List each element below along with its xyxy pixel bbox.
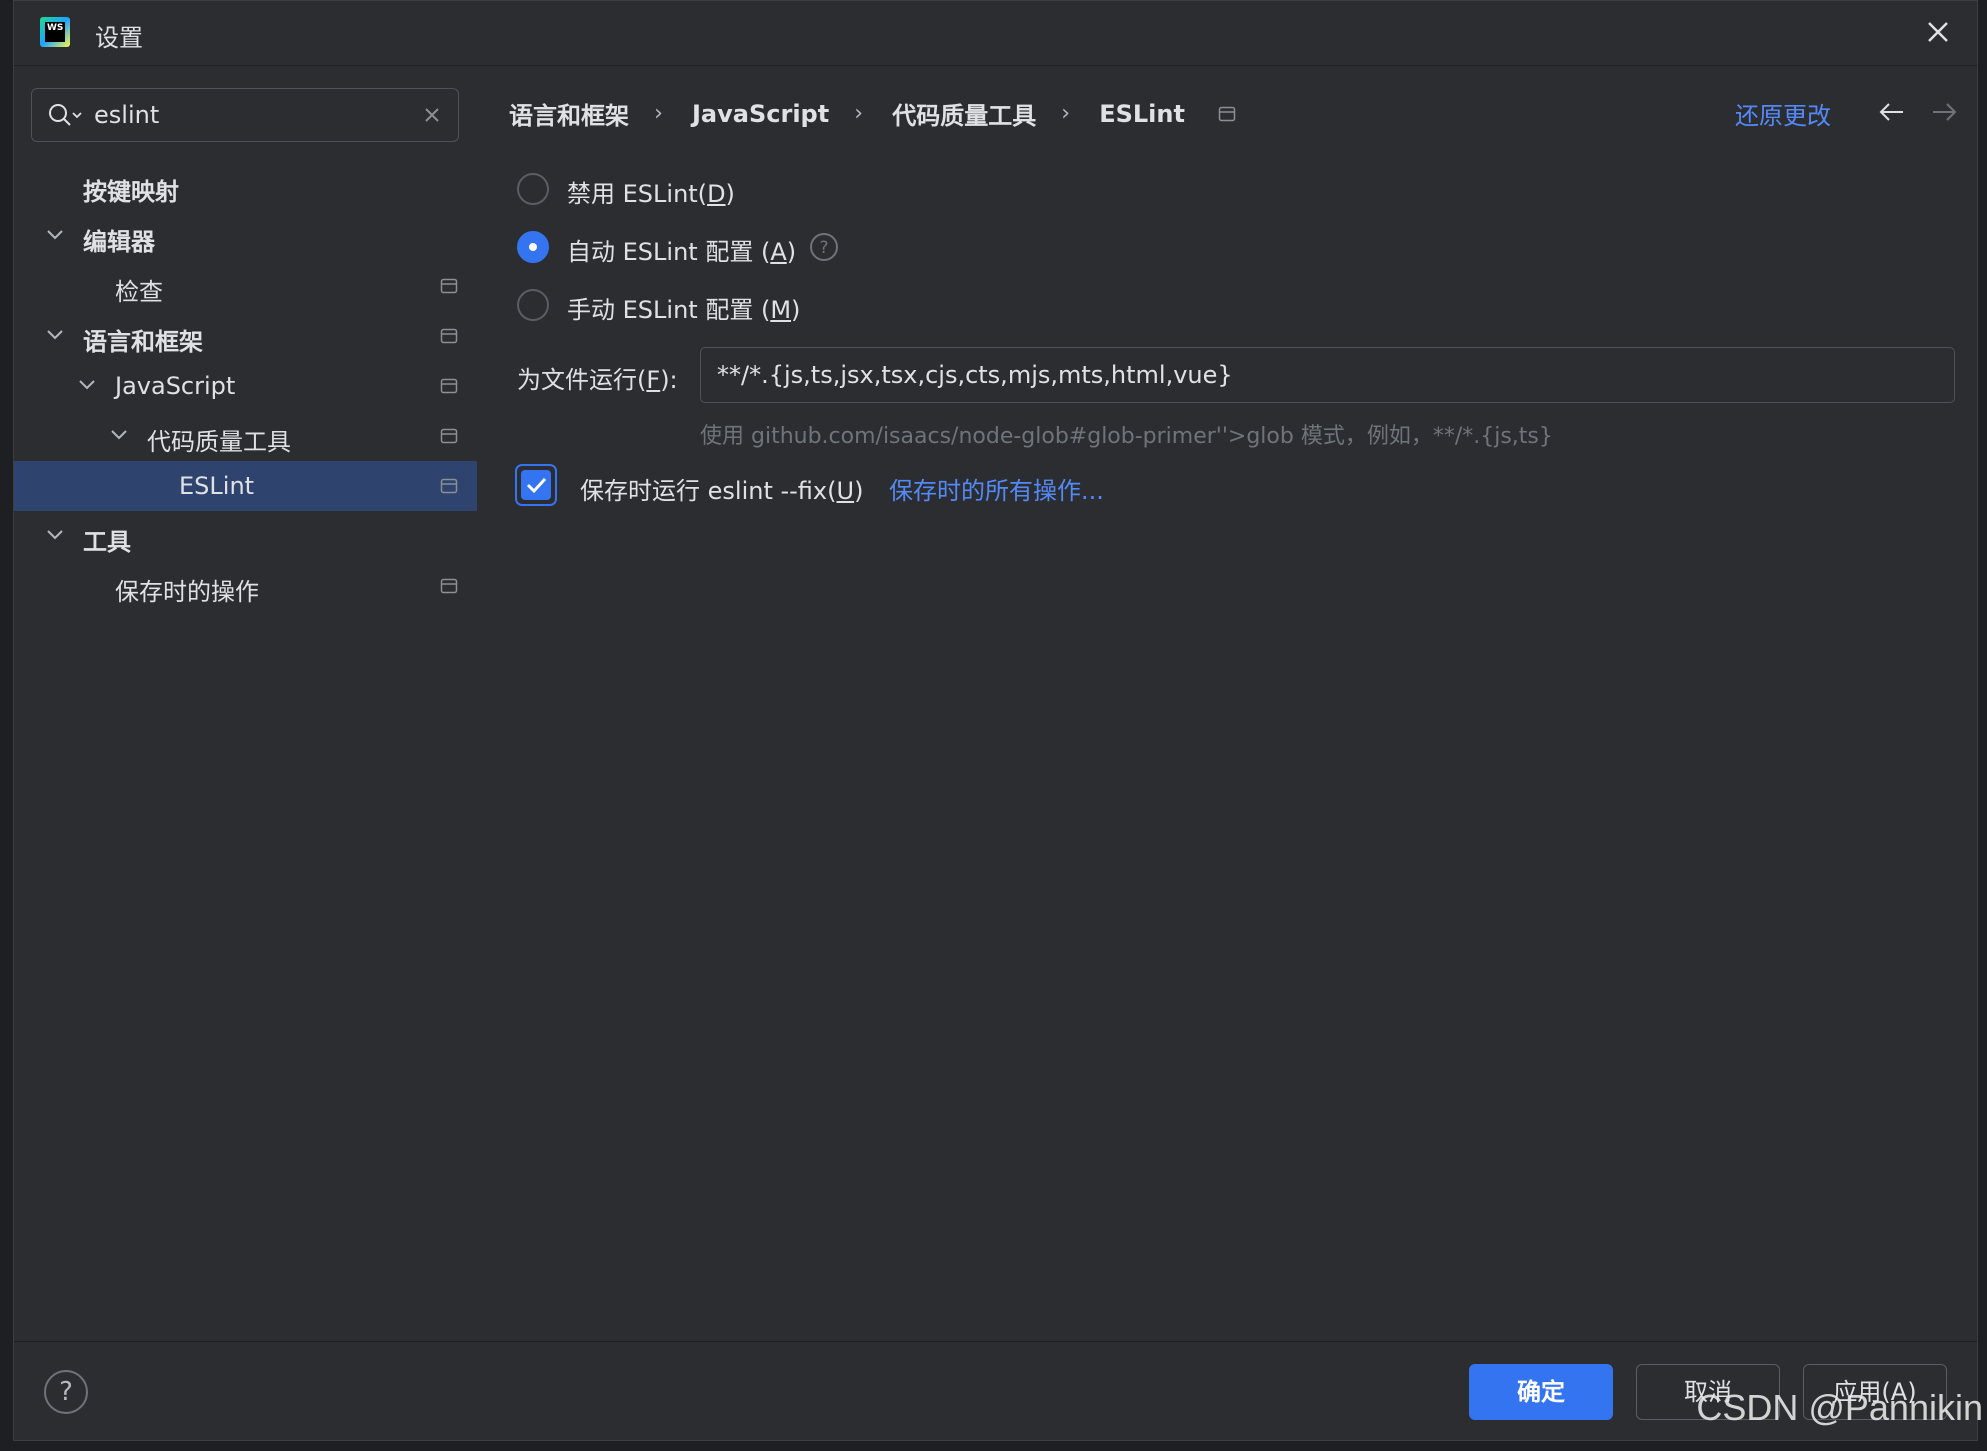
settings-content: 语言和框架 › JavaScript › 代码质量工具 › ESLint 还原更… [477,66,1977,1341]
chevron-down-icon[interactable] [46,328,64,342]
all-actions-on-save-link[interactable]: 保存时的所有操作... [889,471,1104,506]
tree-item-label: 检查 [115,278,163,306]
close-icon [1928,22,1948,42]
radio-label: 手动 ESLint 配置 (M) [567,296,801,324]
arrow-right-icon[interactable] [1929,99,1959,125]
search-input[interactable] [94,99,394,131]
breadcrumb-item[interactable]: 代码质量工具 [892,96,1036,131]
arrow-left-icon[interactable] [1877,99,1907,125]
tree-item-label: 编辑器 [83,228,155,256]
chevron-right-icon: › [654,101,663,126]
tree-item-keymap[interactable]: 按键映射 [14,161,477,211]
project-settings-icon [1218,106,1236,121]
search-icon[interactable] [48,103,84,129]
radio-button[interactable] [517,289,549,321]
tree-item-languages-frameworks[interactable]: 语言和框架 [14,311,477,361]
fix-on-save-checkbox[interactable] [515,464,557,506]
tree-item-label: 语言和框架 [83,328,203,356]
webstorm-logo-icon [40,17,70,47]
title-bar: 设置 [14,1,1977,66]
chevron-down-icon[interactable] [78,378,96,392]
svg-text:?: ? [819,238,828,258]
radio-button[interactable] [517,173,549,205]
settings-dialog: 设置 按键映射 编辑器 [13,0,1978,1441]
run-for-files-input[interactable] [717,358,1917,392]
chevron-right-icon: › [854,101,864,126]
run-for-files-label: 为文件运行(F): [517,366,678,394]
ok-button[interactable]: 确定 [1469,1364,1613,1420]
tree-item-label: 按键映射 [83,178,179,206]
help-button[interactable]: ? [44,1370,88,1414]
radio-label: 自动 ESLint 配置 (A) [567,238,797,266]
tree-item-editor[interactable]: 编辑器 [14,211,477,261]
settings-sidebar: 按键映射 编辑器 检查 语言和框架 JavaScript [14,66,477,1341]
project-settings-icon [440,328,458,344]
checkbox-box [521,470,551,500]
watermark: CSDN @Pannikin [1696,1387,1983,1428]
tree-item-tools[interactable]: 工具 [14,511,477,561]
glob-hint-text: 使用 github.com/isaacs/node-glob#glob-prim… [700,424,1553,449]
radio-button[interactable] [517,231,549,263]
tree-item-code-quality-tools[interactable]: 代码质量工具 [14,411,477,461]
breadcrumb: 语言和框架 › JavaScript › 代码质量工具 › ESLint [509,96,1236,136]
tree-item-label: 代码质量工具 [147,428,291,456]
dialog-footer: ? 确定 取消 应用(A) [14,1341,1977,1442]
breadcrumb-item[interactable]: 语言和框架 [509,96,629,131]
tree-item-javascript[interactable]: JavaScript [14,361,477,411]
tree-item-actions-on-save[interactable]: 保存时的操作 [14,561,477,611]
tree-item-label: ESLint [179,472,255,500]
tree-item-label: 工具 [83,528,131,556]
breadcrumb-item: ESLint [1099,99,1185,128]
run-for-files-field[interactable] [700,347,1955,403]
window-title: 设置 [95,24,143,52]
tree-item-label: 保存时的操作 [115,578,259,606]
clear-search-icon[interactable] [422,105,442,125]
tree-item-inspections[interactable]: 检查 [14,261,477,311]
chevron-down-icon[interactable] [46,228,64,242]
settings-tree: 按键映射 编辑器 检查 语言和框架 JavaScript 代码质量工具 ESLi… [14,161,477,611]
breadcrumb-item[interactable]: JavaScript [692,100,829,128]
search-field[interactable] [31,88,459,142]
tree-item-eslint[interactable]: ESLint [14,461,477,511]
project-settings-icon [440,428,458,444]
help-icon[interactable]: ? [809,232,839,262]
chevron-down-icon[interactable] [46,528,64,542]
close-button[interactable] [1921,15,1955,49]
project-settings-icon [440,378,458,394]
chevron-right-icon: › [1061,101,1071,126]
project-settings-icon [440,578,458,594]
radio-label: 禁用 ESLint(D) [567,180,735,208]
tree-item-label: JavaScript [115,372,236,400]
revert-changes-link[interactable]: 还原更改 [1735,96,1831,131]
project-settings-icon [440,278,458,294]
project-settings-icon [440,478,458,494]
checkmark-icon [526,477,547,494]
fix-on-save-label: 保存时运行 eslint --fix(U) [580,477,864,505]
chevron-down-icon[interactable] [110,428,128,442]
